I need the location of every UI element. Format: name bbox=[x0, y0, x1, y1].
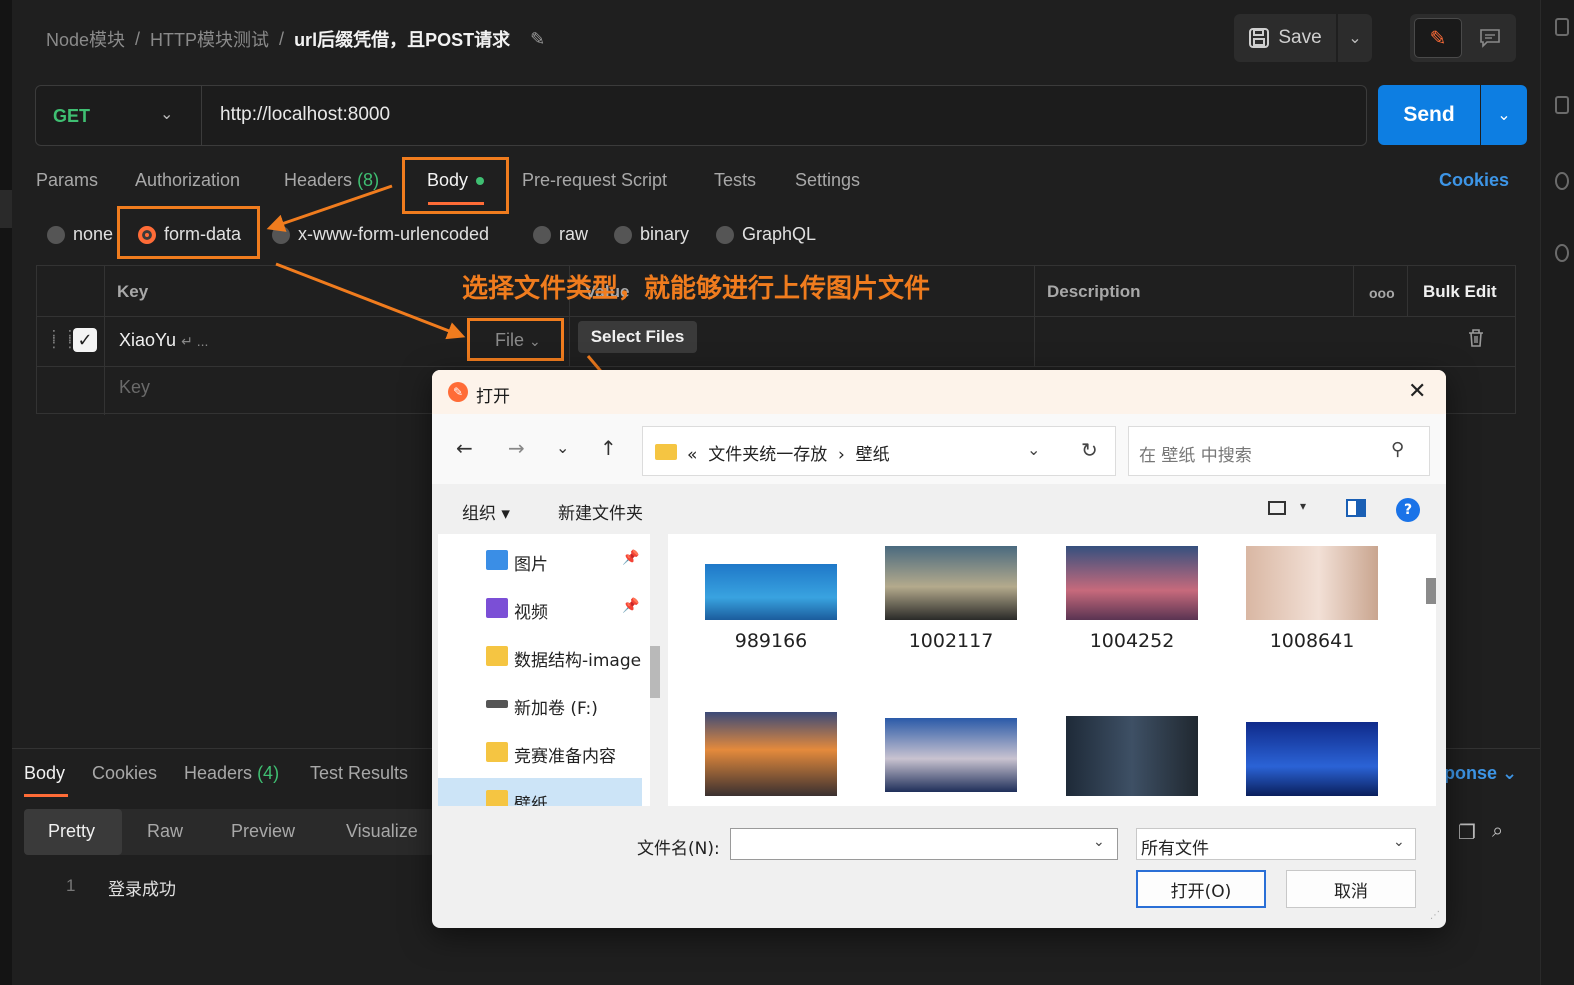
tab-label: Headers bbox=[184, 763, 253, 783]
drive-icon bbox=[486, 700, 508, 708]
postman-logo-icon: ✎ bbox=[448, 382, 468, 402]
address-segment[interactable]: 壁纸 bbox=[856, 445, 890, 465]
nav-item-label: 竞赛准备内容 bbox=[514, 747, 616, 767]
preview-pane-icon[interactable] bbox=[1346, 499, 1366, 517]
chevron-down-icon[interactable]: ⌄ bbox=[1027, 440, 1040, 459]
nav-item-label: 数据结构-image bbox=[514, 651, 642, 671]
response-tab-test-results[interactable]: Test Results bbox=[310, 763, 408, 784]
pin-icon: 📌 bbox=[622, 550, 640, 566]
view-pretty[interactable]: Pretty bbox=[48, 821, 95, 842]
nav-item-label: 图片 bbox=[514, 555, 548, 575]
address-bar[interactable]: « 文件夹统一存放 › 壁纸 ⌄ ↻ bbox=[642, 426, 1116, 476]
nav-item-label: 新加卷 (F:) bbox=[514, 699, 598, 719]
filename-input[interactable]: ⌄ bbox=[730, 828, 1118, 860]
nav-item-label: 视频 bbox=[514, 603, 548, 623]
nav-item-folder[interactable]: 数据结构-image bbox=[438, 634, 642, 680]
view-preview[interactable]: Preview bbox=[231, 821, 295, 842]
filetype-value: 所有文件 bbox=[1141, 839, 1209, 859]
file-list: 989166 1002117 1004252 1008641 bbox=[668, 534, 1436, 806]
dialog-titlebar: ✎ 打开 ✕ bbox=[432, 370, 1446, 414]
back-arrow-icon[interactable]: ← bbox=[456, 436, 473, 460]
save-response-label: ponse bbox=[1444, 763, 1498, 783]
nav-item-videos[interactable]: 视频 📌 bbox=[438, 586, 642, 632]
response-body-line: 登录成功 bbox=[108, 880, 176, 899]
nav-item-drive[interactable]: 新加卷 (F:) bbox=[438, 682, 642, 728]
active-tab-indicator bbox=[24, 794, 68, 797]
search-icon: ⚲ bbox=[1391, 439, 1405, 460]
recent-locations-chevron-icon[interactable]: ⌄ bbox=[556, 438, 569, 457]
folder-icon bbox=[655, 444, 677, 460]
address-segment[interactable]: 文件夹统一存放 bbox=[708, 445, 827, 465]
filename-label: 文件名(N): bbox=[637, 839, 720, 859]
response-tab-cookies[interactable]: Cookies bbox=[92, 763, 157, 784]
file-thumbnail[interactable] bbox=[1066, 546, 1198, 620]
line-number: 1 bbox=[66, 876, 76, 895]
file-thumbnail[interactable] bbox=[1246, 546, 1378, 620]
search-icon[interactable]: ⌕ bbox=[1492, 820, 1503, 843]
file-thumbnail[interactable] bbox=[705, 564, 837, 620]
file-name[interactable]: 1002117 bbox=[885, 630, 1017, 652]
file-name[interactable]: 989166 bbox=[705, 630, 837, 652]
nav-item-label: 壁纸 bbox=[514, 795, 548, 806]
resize-grip-icon[interactable]: ⋰ bbox=[1430, 910, 1440, 921]
address-path: « 文件夹统一存放 › 壁纸 bbox=[687, 440, 890, 465]
response-view-switcher: Pretty Raw Preview Visualize bbox=[24, 809, 434, 855]
up-arrow-icon[interactable]: ↑ bbox=[600, 436, 617, 460]
file-thumbnail[interactable] bbox=[1066, 716, 1198, 796]
help-icon[interactable]: ? bbox=[1396, 498, 1420, 522]
copy-icon[interactable]: ❐ bbox=[1458, 820, 1476, 845]
annotation-arrow bbox=[275, 262, 466, 340]
nav-item-pictures[interactable]: 图片 📌 bbox=[438, 538, 642, 584]
dialog-commandbar: 组织 ▾ 新建文件夹 ▾ ? bbox=[432, 484, 1446, 534]
file-name[interactable]: 1008641 bbox=[1246, 630, 1378, 652]
navigation-pane: 图片 📌 视频 📌 数据结构-image 新加卷 (F:) 竞赛准备内容 壁纸 bbox=[438, 534, 650, 806]
annotation-arrow bbox=[266, 184, 393, 232]
view-mode-icon[interactable] bbox=[1268, 501, 1286, 515]
close-icon[interactable]: ✕ bbox=[1408, 379, 1426, 404]
response-tab-headers[interactable]: Headers (4) bbox=[184, 763, 279, 784]
nav-item-wallpaper[interactable]: 壁纸 bbox=[438, 778, 642, 806]
refresh-icon[interactable]: ↻ bbox=[1081, 438, 1098, 462]
view-raw[interactable]: Raw bbox=[147, 821, 183, 842]
chevron-down-icon[interactable]: ⌄ bbox=[1093, 834, 1105, 850]
search-input[interactable]: 在 壁纸 中搜索 ⚲ bbox=[1128, 426, 1430, 476]
view-visualize[interactable]: Visualize bbox=[346, 821, 418, 842]
search-placeholder: 在 壁纸 中搜索 bbox=[1139, 446, 1252, 466]
file-thumbnail[interactable] bbox=[885, 718, 1017, 792]
address-overflow[interactable]: « bbox=[687, 445, 697, 465]
open-file-dialog: ✎ 打开 ✕ ← → ⌄ ↑ « 文件夹统一存放 › 壁纸 ⌄ ↻ 在 壁纸 中… bbox=[432, 370, 1446, 928]
folder-icon bbox=[486, 646, 508, 666]
scrollbar[interactable] bbox=[1426, 578, 1436, 604]
nav-item-folder[interactable]: 竞赛准备内容 bbox=[438, 730, 642, 776]
filetype-select[interactable]: 所有文件 ⌄ bbox=[1136, 828, 1416, 860]
organize-menu[interactable]: 组织 ▾ bbox=[462, 499, 510, 524]
forward-arrow-icon[interactable]: → bbox=[508, 436, 525, 460]
save-response-button[interactable]: ponse ⌄ bbox=[1444, 763, 1517, 784]
cancel-button[interactable]: 取消 bbox=[1286, 870, 1416, 908]
file-name[interactable]: 1004252 bbox=[1066, 630, 1198, 652]
scrollbar[interactable] bbox=[650, 646, 660, 698]
pictures-icon bbox=[486, 550, 508, 570]
chevron-down-icon: ⌄ bbox=[1393, 834, 1405, 850]
new-folder-button[interactable]: 新建文件夹 bbox=[558, 499, 643, 524]
headers-count: (4) bbox=[257, 763, 280, 783]
dialog-title: 打开 bbox=[476, 387, 510, 407]
file-thumbnail[interactable] bbox=[885, 546, 1017, 620]
file-thumbnail[interactable] bbox=[1246, 722, 1378, 796]
dialog-navbar: ← → ⌄ ↑ « 文件夹统一存放 › 壁纸 ⌄ ↻ 在 壁纸 中搜索 ⚲ bbox=[432, 414, 1446, 484]
response-tab-body[interactable]: Body bbox=[24, 763, 65, 784]
open-button[interactable]: 打开(O) bbox=[1136, 870, 1266, 908]
chevron-down-icon: ⌄ bbox=[1502, 763, 1518, 783]
address-arrow[interactable]: › bbox=[838, 445, 845, 465]
folder-icon bbox=[486, 742, 508, 762]
pin-icon: 📌 bbox=[622, 598, 640, 614]
file-thumbnail[interactable] bbox=[705, 712, 837, 796]
folder-icon bbox=[486, 790, 508, 806]
videos-icon bbox=[486, 598, 508, 618]
chevron-down-icon[interactable]: ▾ bbox=[1300, 499, 1306, 513]
